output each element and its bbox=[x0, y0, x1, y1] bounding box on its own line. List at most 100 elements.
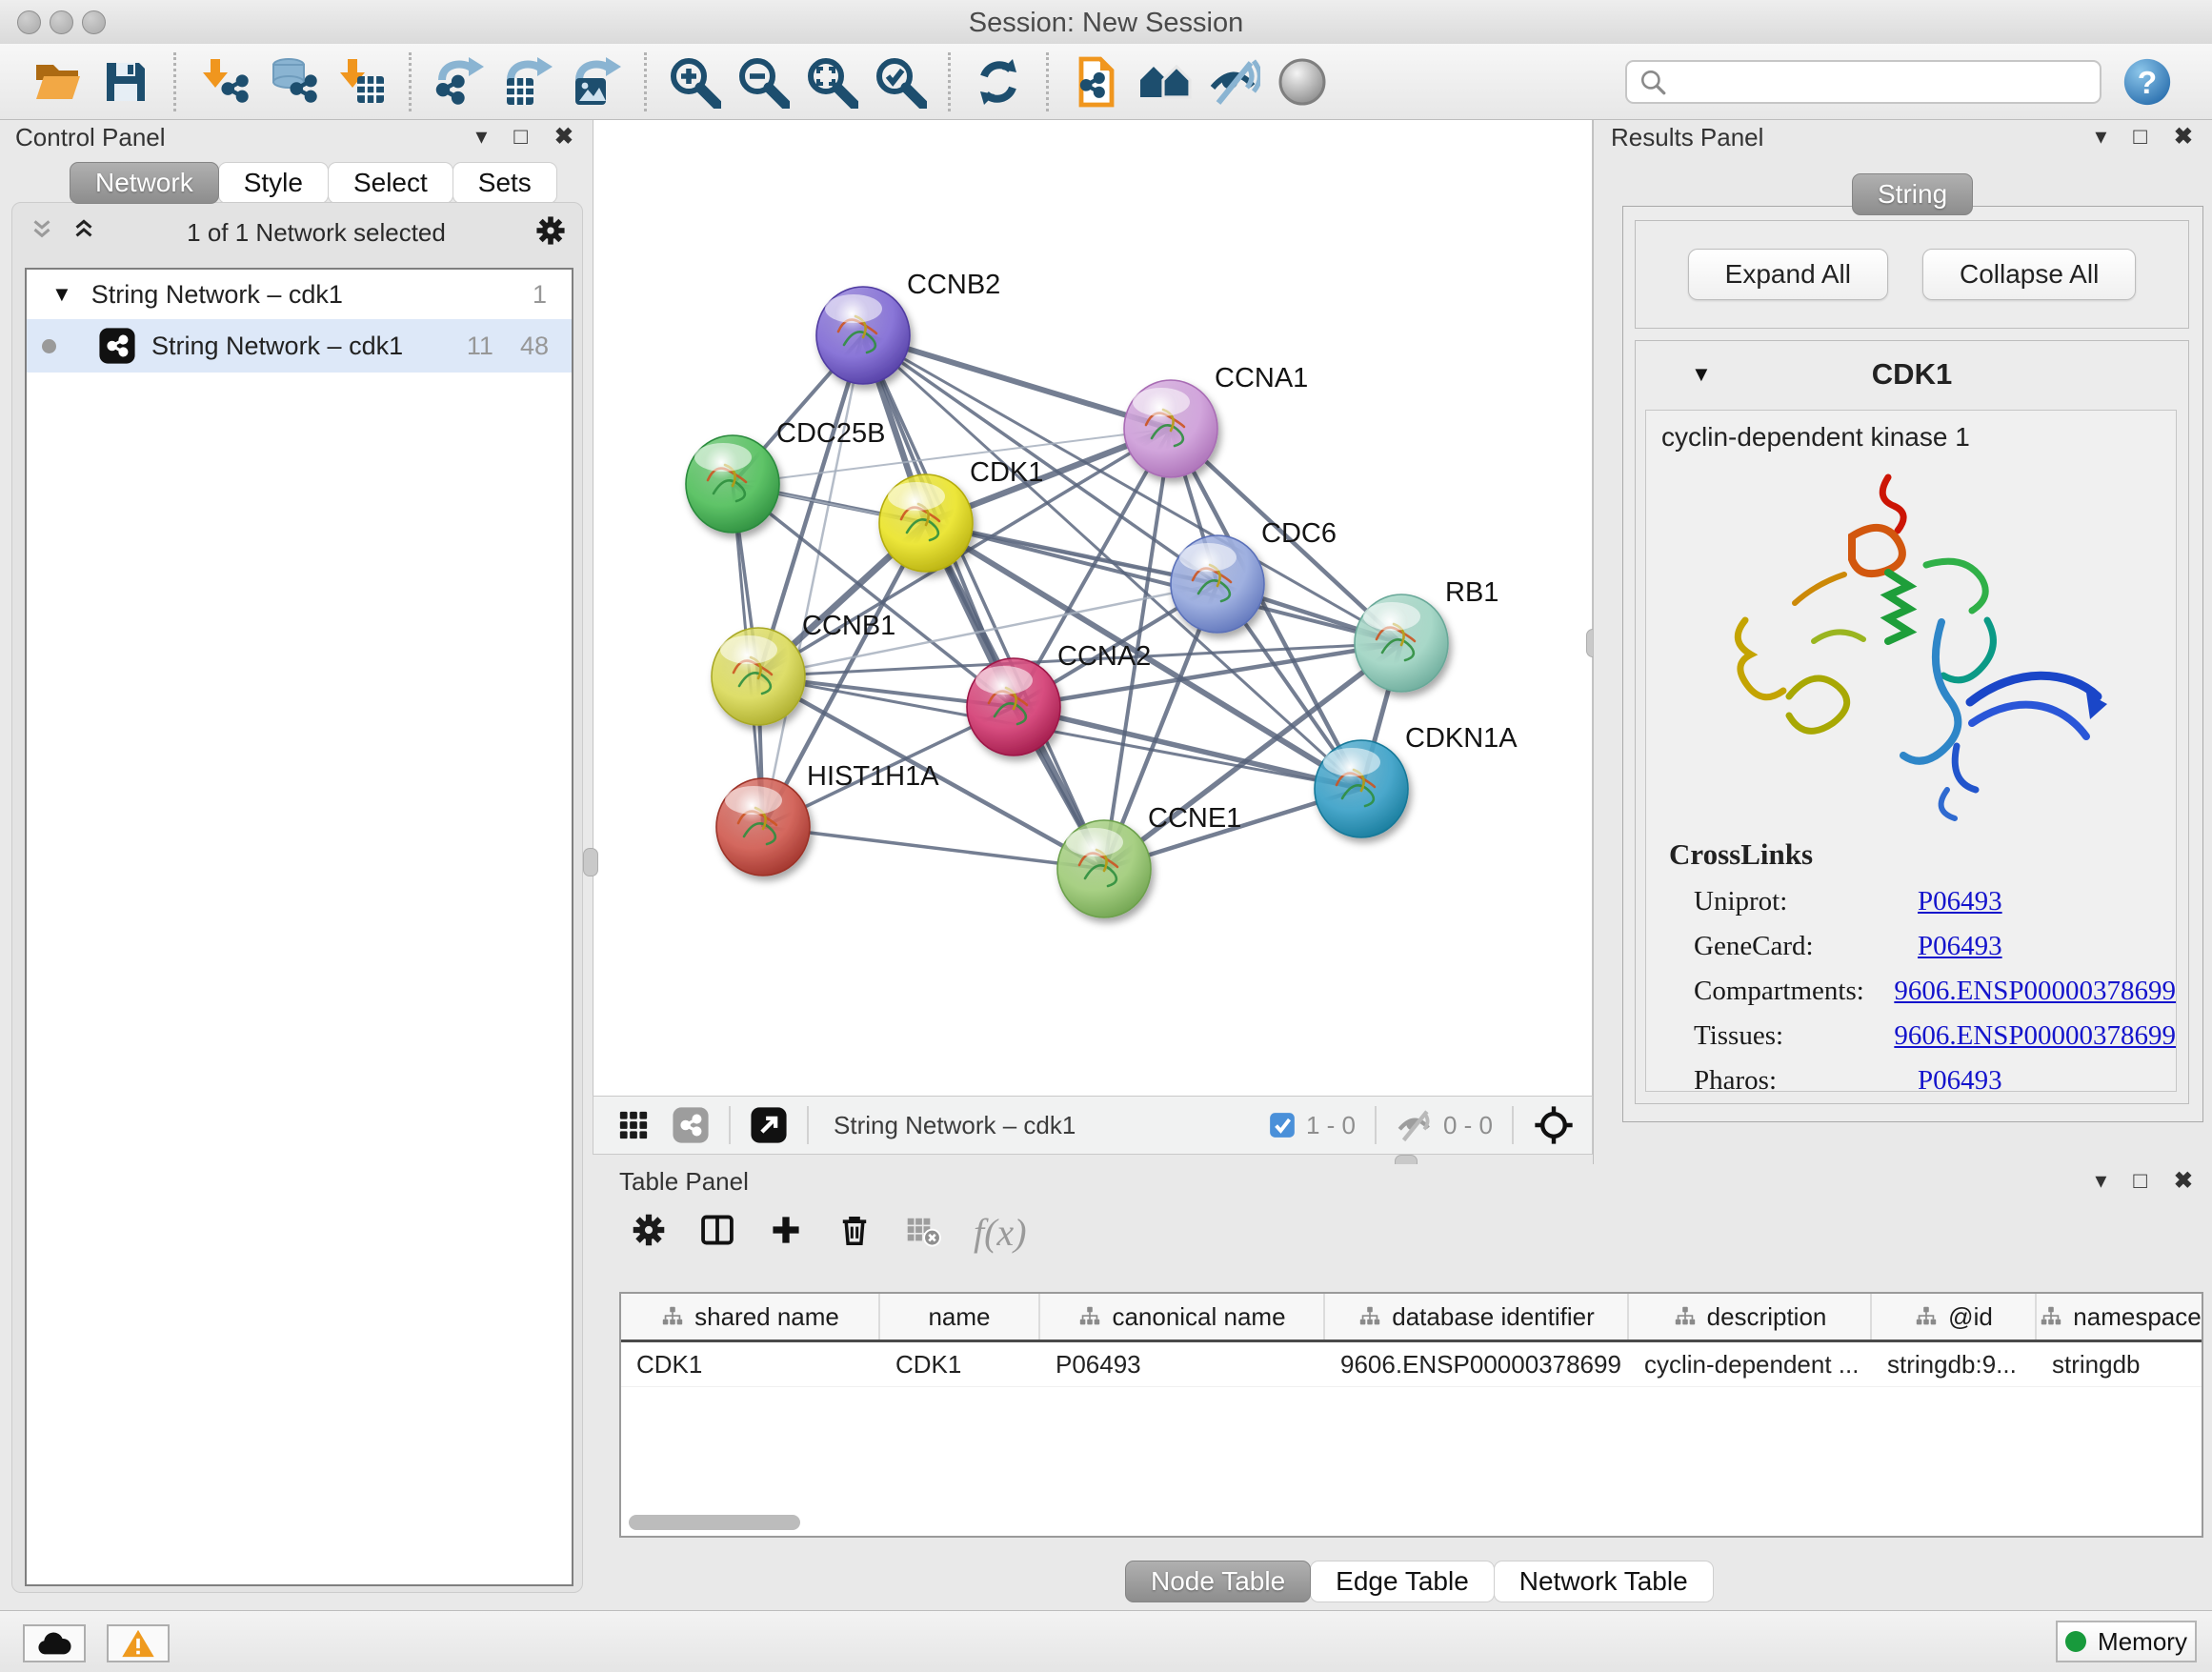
table-cell[interactable]: P06493 bbox=[1040, 1342, 1325, 1386]
column-header-canonical-name[interactable]: canonical name bbox=[1040, 1294, 1325, 1340]
node-ccnb2[interactable] bbox=[816, 287, 910, 384]
table-panel-close-icon[interactable]: ✖ bbox=[2174, 1170, 2193, 1193]
crosslink-link[interactable]: 9606.ENSP00000378699 bbox=[1894, 1020, 2176, 1052]
crosslink-link[interactable]: 9606.ENSP00000378699 bbox=[1894, 976, 2176, 1007]
zoom-fit-button[interactable] bbox=[802, 52, 861, 111]
node-hist1h1a[interactable] bbox=[716, 778, 810, 876]
selected-nodes-checkbox[interactable] bbox=[1268, 1111, 1297, 1139]
import-network-button[interactable] bbox=[194, 52, 253, 111]
table-cell[interactable]: CDK1 bbox=[880, 1342, 1040, 1386]
export-network-button[interactable] bbox=[430, 52, 489, 111]
table-cell[interactable]: stringdb:9... bbox=[1872, 1342, 2037, 1386]
expand-all-button[interactable]: Expand All bbox=[1688, 249, 1888, 300]
table-cell[interactable]: stringdb bbox=[2037, 1342, 2203, 1386]
node-ccna1[interactable] bbox=[1124, 380, 1217, 477]
tab-network-table[interactable]: Network Table bbox=[1494, 1561, 1714, 1602]
collapse-all-button[interactable]: Collapse All bbox=[1922, 249, 2136, 300]
edge[interactable] bbox=[763, 335, 863, 827]
edge[interactable] bbox=[863, 335, 1171, 429]
grid-view-icon[interactable] bbox=[616, 1108, 651, 1142]
network-collection-row[interactable]: ▼ String Network – cdk1 1 bbox=[27, 270, 572, 319]
gene-collapse-icon[interactable]: ▼ bbox=[1691, 362, 1712, 387]
cloud-button[interactable] bbox=[23, 1624, 86, 1662]
network-canvas[interactable]: CCNB2 CCNA1 CDC25B bbox=[593, 120, 1593, 1096]
warnings-button[interactable] bbox=[107, 1624, 170, 1662]
left-splitter-handle[interactable] bbox=[583, 848, 598, 876]
node-cdkn1a[interactable] bbox=[1315, 740, 1408, 837]
network-options-gear-icon[interactable] bbox=[534, 214, 567, 252]
edge[interactable] bbox=[1014, 707, 1361, 789]
edge[interactable] bbox=[763, 827, 1104, 869]
export-table-button[interactable] bbox=[498, 52, 557, 111]
results-panel-close-icon[interactable]: ✖ bbox=[2174, 126, 2193, 149]
node-ccne1[interactable] bbox=[1057, 820, 1151, 917]
zoom-out-button[interactable] bbox=[734, 52, 793, 111]
hide-glasses-button[interactable] bbox=[1204, 52, 1263, 111]
show-columns-icon[interactable] bbox=[699, 1212, 735, 1253]
sphere-button[interactable] bbox=[1273, 52, 1332, 111]
table-options-gear-icon[interactable] bbox=[631, 1212, 667, 1253]
node-cdk1[interactable] bbox=[879, 474, 973, 572]
tab-node-table[interactable]: Node Table bbox=[1125, 1561, 1311, 1602]
toolbar-separator bbox=[409, 52, 412, 111]
import-database-button[interactable] bbox=[263, 52, 322, 111]
memory-status-dot bbox=[2065, 1631, 2086, 1652]
save-session-button[interactable] bbox=[96, 52, 155, 111]
crosslink-label: Uniprot: bbox=[1694, 886, 1918, 917]
table-cell[interactable]: cyclin-dependent ... bbox=[1629, 1342, 1872, 1386]
collapse-all-networks-icon[interactable] bbox=[28, 216, 56, 250]
string-home-button[interactable] bbox=[1136, 52, 1195, 111]
table-horizontal-scrollbar[interactable] bbox=[629, 1515, 800, 1530]
table-panel-maximize-icon[interactable]: □ bbox=[2133, 1170, 2147, 1193]
node-cdc25b[interactable] bbox=[686, 435, 779, 533]
network-row-selected[interactable]: String Network – cdk1 11 48 bbox=[27, 319, 572, 373]
column-header-description[interactable]: description bbox=[1629, 1294, 1872, 1340]
tab-string[interactable]: String bbox=[1852, 173, 1973, 215]
tab-edge-table[interactable]: Edge Table bbox=[1310, 1561, 1495, 1602]
collection-expand-icon[interactable]: ▼ bbox=[51, 282, 72, 307]
crosslink-link[interactable]: P06493 bbox=[1918, 886, 2002, 917]
crosslink-link[interactable]: P06493 bbox=[1918, 1065, 2002, 1092]
node-cdc6[interactable] bbox=[1171, 535, 1264, 633]
fit-selected-crosshair-icon[interactable] bbox=[1533, 1104, 1575, 1146]
tab-sets[interactable]: Sets bbox=[452, 162, 557, 204]
open-session-button[interactable] bbox=[28, 52, 87, 111]
column-header-namespace[interactable]: namespace bbox=[2037, 1294, 2203, 1340]
column-header-database-identifier[interactable]: database identifier bbox=[1325, 1294, 1629, 1340]
node-ccna2[interactable] bbox=[967, 658, 1060, 755]
help-button[interactable]: ? bbox=[2122, 57, 2172, 107]
import-table-button[interactable] bbox=[332, 52, 391, 111]
refresh-button[interactable] bbox=[969, 52, 1028, 111]
delete-column-icon[interactable] bbox=[836, 1212, 873, 1253]
share-file-button[interactable] bbox=[1067, 52, 1126, 111]
control-panel-maximize-icon[interactable]: □ bbox=[513, 126, 528, 149]
memory-button[interactable]: Memory bbox=[2056, 1621, 2197, 1662]
table-panel-float-icon[interactable]: ▾ bbox=[2095, 1170, 2106, 1193]
node-table[interactable]: shared namenamecanonical namedatabase id… bbox=[619, 1292, 2203, 1538]
network-thumbnail-icon[interactable] bbox=[672, 1106, 710, 1144]
table-row[interactable]: CDK1CDK1P064939606.ENSP00000378699cyclin… bbox=[621, 1342, 2202, 1387]
tab-network[interactable]: Network bbox=[70, 162, 219, 204]
column-header--id[interactable]: @id bbox=[1872, 1294, 2037, 1340]
column-header-shared-name[interactable]: shared name bbox=[621, 1294, 880, 1340]
table-cell[interactable]: 9606.ENSP00000378699 bbox=[1325, 1342, 1629, 1386]
function-builder-icon[interactable]: f(x) bbox=[974, 1210, 1027, 1255]
zoom-in-button[interactable] bbox=[665, 52, 724, 111]
zoom-selected-button[interactable] bbox=[871, 52, 930, 111]
export-image-button[interactable] bbox=[567, 52, 626, 111]
column-header-name[interactable]: name bbox=[880, 1294, 1040, 1340]
search-input[interactable] bbox=[1625, 60, 2101, 104]
add-column-icon[interactable] bbox=[768, 1212, 804, 1253]
node-rb1[interactable] bbox=[1355, 594, 1448, 692]
control-panel-float-icon[interactable]: ▾ bbox=[475, 126, 487, 149]
tab-style[interactable]: Style bbox=[218, 162, 329, 204]
node-ccnb1[interactable] bbox=[712, 628, 805, 725]
table-cell[interactable]: CDK1 bbox=[621, 1342, 880, 1386]
crosslink-link[interactable]: P06493 bbox=[1918, 931, 2002, 962]
results-panel-maximize-icon[interactable]: □ bbox=[2133, 126, 2147, 149]
expand-all-networks-icon[interactable] bbox=[70, 216, 98, 250]
results-panel-float-icon[interactable]: ▾ bbox=[2095, 126, 2106, 149]
control-panel-close-icon[interactable]: ✖ bbox=[554, 126, 573, 149]
birds-eye-view-icon[interactable] bbox=[750, 1106, 788, 1144]
tab-select[interactable]: Select bbox=[328, 162, 453, 204]
